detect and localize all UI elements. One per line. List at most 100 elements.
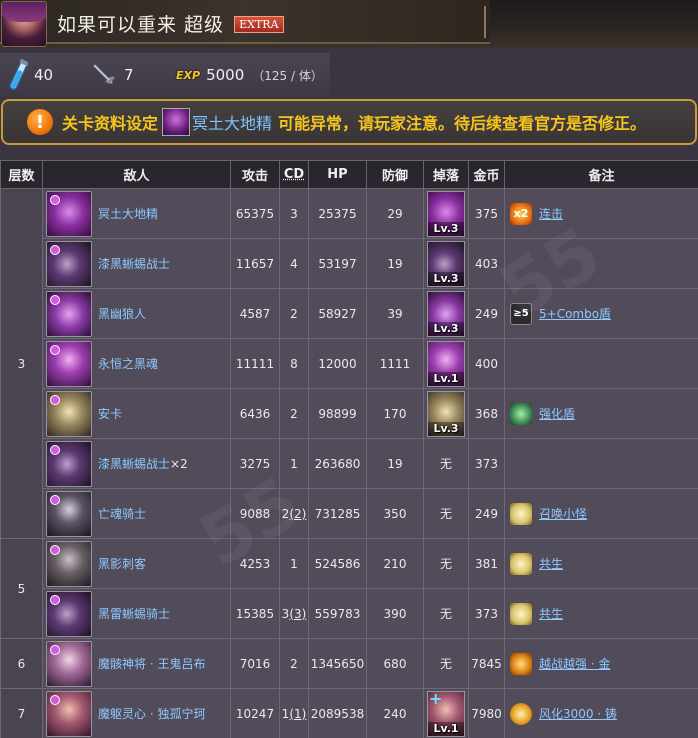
note-link[interactable]: 越战越强 · 金 [539,655,610,672]
note-info: 越战越强 · 金 [505,653,698,675]
ghost-knight-icon[interactable] [46,491,92,537]
drop-card-icon[interactable]: Lv.3 [427,191,465,237]
attack-cell: 3275 [231,439,280,489]
note-link[interactable]: 共生 [539,555,563,572]
cd-value: 3 [290,207,298,221]
note-link[interactable]: 连击 [539,205,563,222]
note-link[interactable]: 共生 [539,605,563,622]
defense-cell: 210 [367,539,424,589]
cd-value: 2 [290,307,298,321]
cd-cell: 1 [280,539,309,589]
note-link[interactable]: 强化盾 [539,405,575,422]
cd-cell: 2 [280,289,309,339]
floor-cell: 5 [1,539,43,639]
extra-badge: EXTRA [234,16,283,33]
stronger-gold-icon[interactable] [510,653,532,675]
drop-card-icon[interactable]: Lv.3 [427,241,465,287]
reinforced-shield-icon[interactable] [510,403,532,425]
lizard-warrior-icon[interactable] [46,441,92,487]
summon-icon[interactable] [510,503,532,525]
sword-icon [92,61,118,89]
drop-level: Lv.1 [428,722,464,736]
enemy-name-link[interactable]: 亡魂骑士 [98,505,146,522]
combo-fire-icon[interactable]: x2 [510,203,532,225]
warning-enemy-link[interactable]: 冥土大地精 [192,110,272,134]
lubu-icon[interactable] [46,641,92,687]
lizard-warrior-icon[interactable] [46,241,92,287]
combo-shield-icon[interactable]: ≥5 [510,303,532,325]
enemy-name-link[interactable]: 黑雷蜥蜴骑士 [98,605,170,622]
cd-initial[interactable]: (2) [289,507,306,521]
attack-cell: 10247 [231,689,280,738]
enemy-cell: 永恒之黑魂 [43,339,231,389]
note-cell [505,439,698,489]
cd-initial[interactable]: (3) [289,607,306,621]
warning-suffix: 可能异常，请玩家注意。待后续查看官方是否修正。 [278,110,646,134]
drop-none: 无 [440,557,452,571]
exp-per-stamina: （125 / 体） [252,67,323,84]
enemy-cell: 冥土大地精 [43,189,231,239]
drop-none: 无 [440,657,452,671]
enemy-name-link[interactable]: 黑幽狼人 [98,305,146,322]
note-link[interactable]: 5+Combo盾 [539,305,611,322]
werewolf-icon[interactable] [46,291,92,337]
black-soul-icon[interactable] [46,341,92,387]
hp-cell: 58927 [309,289,367,339]
enemy-table: 层数 敌人 攻击 CD HP 防御 掉落 金币 备注 3 冥土大地精 65375 3 2… [0,160,698,738]
drop-card-icon[interactable]: Lv.3 [427,291,465,337]
exp-stat: EXP 5000 （125 / 体） [176,53,323,97]
drop-card-icon[interactable]: Lv.1 [427,341,465,387]
note-link[interactable]: 召唤小怪 [539,505,587,522]
enemy-name-link[interactable]: 安卡 [98,405,122,422]
enemy-name-link[interactable]: 冥土大地精 [98,205,158,222]
enemy-cell: 黑幽狼人 [43,289,231,339]
hp-cell: 12000 [309,339,367,389]
weathering-icon[interactable] [510,703,532,725]
symbiosis-icon[interactable] [510,553,532,575]
col-floor: 层数 [1,161,43,189]
note-cell [505,239,698,289]
shadow-assassin-icon[interactable] [46,541,92,587]
enemy-info: 魔骸神将 · 王鬼吕布 [46,641,230,687]
enemy-name-link[interactable]: 永恒之黑魂 [98,355,158,372]
drop-none: 无 [440,607,452,621]
dugu-ningke-icon[interactable] [46,691,92,737]
note-cell: 强化盾 [505,389,698,439]
attack-cell: 4587 [231,289,280,339]
enemy-name-link[interactable]: 漆黑蜥蜴战士 [98,455,170,472]
cd-cell: 1(1) [280,689,309,738]
enemy-info: 黑雷蜥蜴骑士 [46,591,230,637]
goblin-icon[interactable] [46,191,92,237]
col-defense: 防御 [367,161,424,189]
coin-cell: 373 [469,589,505,639]
warning-prefix: 关卡资料设定 [62,110,158,134]
enemy-table-body: 3 冥土大地精 65375 3 25375 29 Lv.3 375 x2 连击 漆黑蜥蜴战士 1165… [1,189,698,738]
stage-stats: 40 7 EXP 5000 （125 / 体） [0,53,330,97]
defense-cell: 390 [367,589,424,639]
drop-none: 无 [440,457,452,471]
drop-card-icon[interactable]: + Lv.1 [427,691,465,737]
hp-cell: 98899 [309,389,367,439]
cd-cell: 1 [280,439,309,489]
enemy-name-link[interactable]: 魔骸神将 · 王鬼吕布 [98,655,205,672]
symbiosis-icon[interactable] [510,603,532,625]
table-row: 6 魔骸神将 · 王鬼吕布 7016 2 1345650 680 无 7845 越战越强 · 金 [1,639,698,689]
enemy-name-link[interactable]: 漆黑蜥蜴战士 [98,255,170,272]
attack-cell: 65375 [231,189,280,239]
drop-card-icon[interactable]: Lv.3 [427,391,465,437]
cd-initial[interactable]: (1) [289,707,306,721]
defense-cell: 19 [367,239,424,289]
note-link[interactable]: 风化3000 · 铸 [539,705,617,722]
anka-icon[interactable] [46,391,92,437]
stamina-stat: 40 [8,53,53,97]
cd-value: 8 [290,357,298,371]
thunder-lizard-knight-icon[interactable] [46,591,92,637]
stamina-vial-icon [8,58,28,92]
enemy-name-link[interactable]: 黑影刺客 [98,555,146,572]
enemy-name-link[interactable]: 魔躯灵心 · 独孤宁珂 [98,705,205,722]
hp-cell: 1345650 [309,639,367,689]
col-note: 备注 [505,161,698,189]
plus-icon: + [429,692,442,706]
table-row: 3 冥土大地精 65375 3 25375 29 Lv.3 375 x2 连击 [1,189,698,239]
col-cd[interactable]: CD [280,161,309,189]
